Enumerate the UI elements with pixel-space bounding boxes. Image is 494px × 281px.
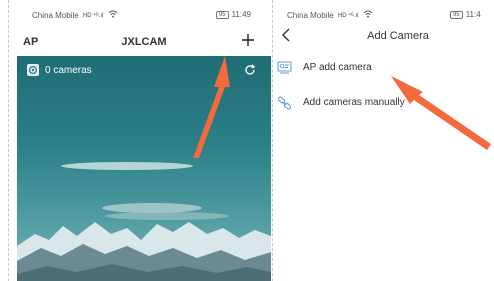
option-label: AP add camera <box>303 62 372 73</box>
plus-icon[interactable] <box>241 33 255 52</box>
add-camera-screen: China Mobile HD ⁴ᴳ.ıl 95 11:4 Add Camera … <box>275 0 494 281</box>
page-title: Add Camera <box>367 30 429 42</box>
wifi-icon <box>363 10 373 20</box>
option-add-cameras-manually[interactable]: Add cameras manually <box>275 93 494 115</box>
signal-icon: HD ⁴ᴳ.ıl <box>337 13 359 19</box>
battery-icon: 95 <box>215 11 229 19</box>
center-divider <box>272 0 273 281</box>
wifi-icon <box>108 10 118 20</box>
ap-camera-icon <box>277 61 292 79</box>
option-ap-add-camera[interactable]: AP add camera <box>275 58 494 80</box>
signal-icon: HD ⁴ᴳ.ıl <box>82 13 104 19</box>
app-title: JXLCAM <box>121 36 167 48</box>
status-carrier: China Mobile HD ⁴ᴳ.ıl <box>32 10 118 20</box>
battery-icon: 95 <box>450 11 463 19</box>
camera-list-screen: China Mobile HD ⁴ᴳ.ıl 95 11:49 AP JXLCAM … <box>17 0 271 281</box>
status-carrier-right: China Mobile HD ⁴ᴳ.ıl <box>287 10 373 20</box>
background-image: 0 cameras <box>17 56 271 281</box>
status-time: 95 11:49 <box>215 10 251 19</box>
left-edge-divider <box>8 0 9 281</box>
status-time-right: 95 11:4 <box>450 10 481 19</box>
clouds-and-mountains <box>17 162 271 281</box>
option-label: Add cameras manually <box>303 97 405 108</box>
link-icon <box>277 96 292 115</box>
